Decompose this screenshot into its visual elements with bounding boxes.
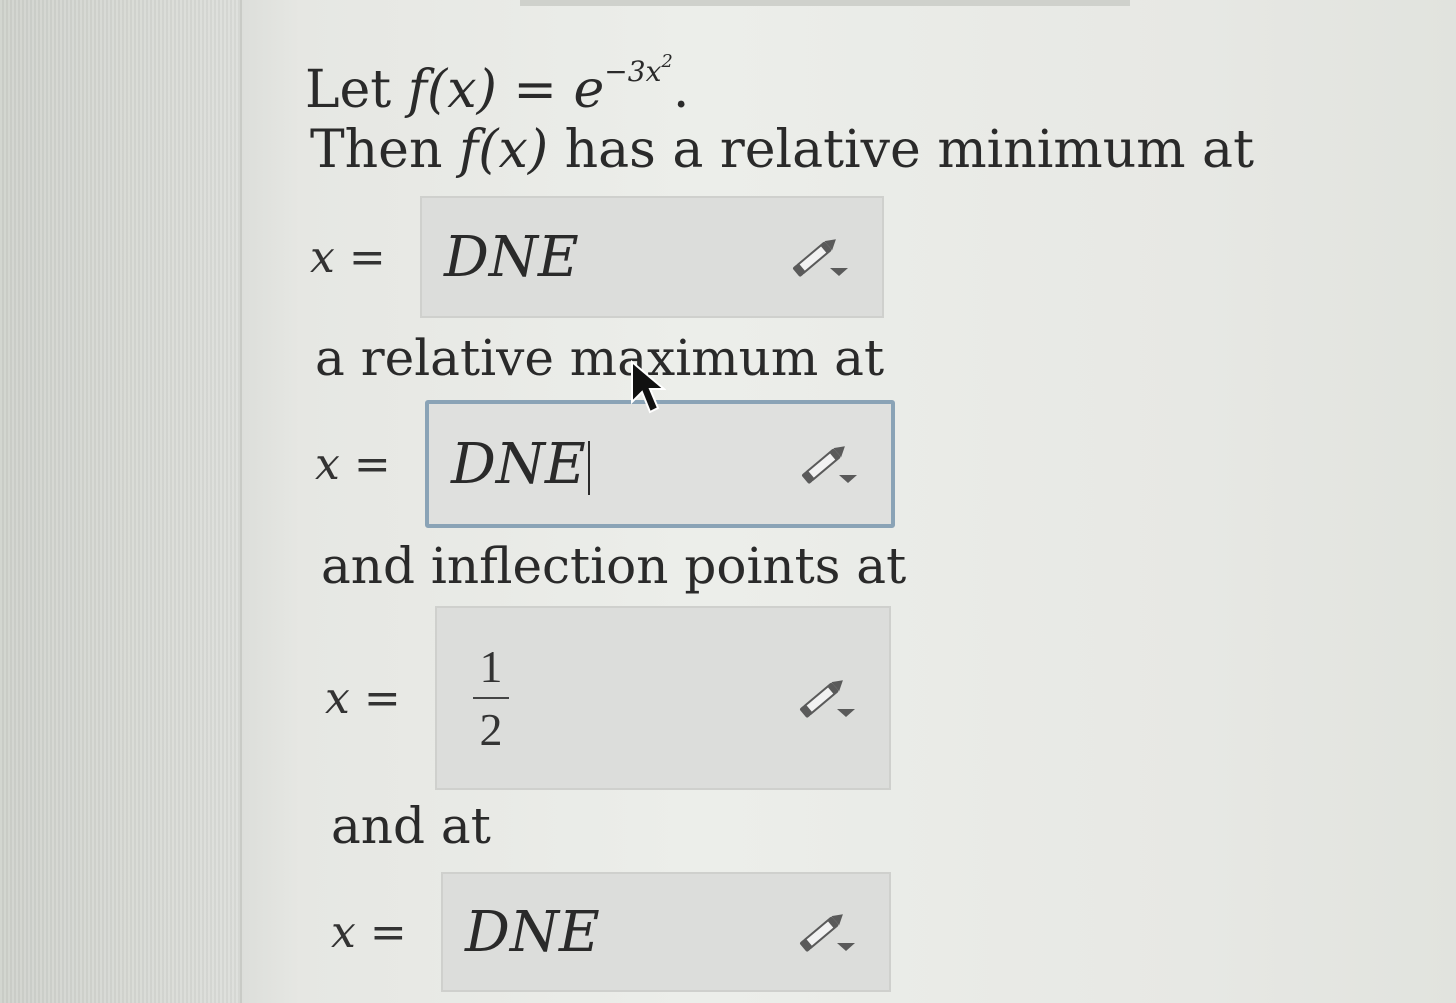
statement-prefix: Let [305,60,408,120]
mouse-pointer-icon [631,360,666,414]
inflection-1-row: x = 1 2 [325,606,891,790]
max-label: a relative maximum at [315,329,885,387]
pencil-dropdown-icon[interactable] [795,907,859,957]
rel-min-value: DNE [444,224,579,290]
rel-max-answer-field[interactable]: DNE [425,400,895,528]
pencil-dropdown-icon[interactable] [797,439,861,489]
fraction-bar [473,697,509,699]
equals-sign: = [363,672,401,724]
equals-sign: = [369,906,407,958]
top-bar [520,0,1130,6]
variable-x: x [315,438,340,490]
inflection-2-answer-field[interactable]: DNE [441,872,891,992]
rel-max-text: DNE [451,431,586,497]
and-at-label: and at [331,797,491,855]
variable-x: x [325,672,350,724]
x-equals-label: x = [315,439,425,490]
min-label: has a relative minimum at [548,120,1254,180]
denominator: 2 [479,704,503,755]
x-equals-label: x = [325,673,435,724]
text-caret [587,441,590,495]
pencil-dropdown-icon[interactable] [795,673,859,723]
left-rail [0,0,240,1003]
panel-divider [240,0,242,1003]
numerator: 1 [479,641,503,692]
exponent-power: 2 [661,51,673,72]
function-ref: f(x) [458,120,549,180]
min-question: Then f(x) has a relative minimum at [310,120,1254,180]
fraction-value: 1 2 [473,640,509,756]
statement-suffix: . [672,60,690,120]
rel-max-value: DNE [451,432,590,497]
exponent: −3x [604,55,662,88]
problem-statement: Let f(x) = e−3x2. [305,32,689,120]
inflection-2-row: x = DNE [331,872,891,992]
function-definition: f(x) = e [407,60,605,120]
x-equals-label: x = [331,907,441,958]
inflection-1-answer-field[interactable]: 1 2 [435,606,891,790]
pencil-dropdown-icon[interactable] [788,232,852,282]
equals-sign: = [353,438,391,490]
rel-min-row: x = DNE [310,196,884,318]
rel-max-row: x = DNE [315,400,895,528]
variable-x: x [310,231,335,283]
x-equals-label: x = [310,232,420,283]
page: Let f(x) = e−3x2. Then f(x) has a relati… [0,0,1456,1003]
inflection-2-value: DNE [465,899,600,965]
min-prefix: Then [310,120,459,180]
variable-x: x [331,906,356,958]
inflection-label: and inflection points at [321,537,907,595]
rel-min-answer-field[interactable]: DNE [420,196,884,318]
equals-sign: = [348,231,386,283]
